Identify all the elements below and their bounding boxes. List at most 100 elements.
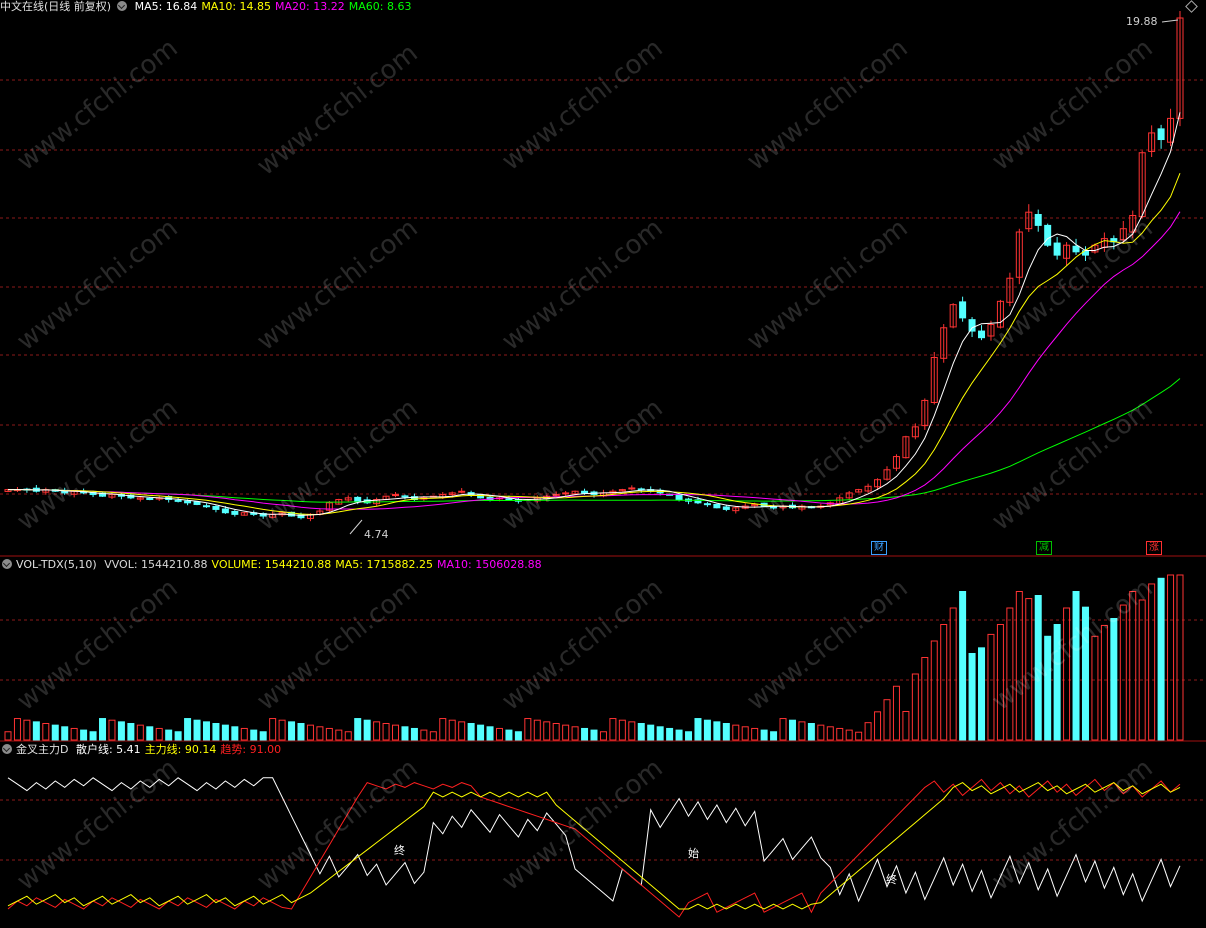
volume-bar — [628, 721, 636, 741]
candle-body — [978, 330, 986, 339]
volume-bar — [316, 726, 324, 741]
candle-body — [562, 492, 570, 495]
volume-bar — [1091, 635, 1099, 741]
candle-body — [392, 494, 400, 497]
volume-bar — [32, 721, 40, 741]
volume-bar — [552, 723, 560, 741]
volume-bar — [760, 729, 768, 741]
volume-bar — [647, 724, 655, 741]
volume-bar — [817, 724, 825, 741]
volume-bar — [1100, 624, 1108, 741]
volume-bar — [42, 723, 50, 741]
badge-reduce-text: 减 — [1039, 542, 1049, 553]
volume-bar — [70, 727, 78, 741]
price-high-pointer — [1161, 19, 1179, 23]
volume-bar — [1167, 574, 1175, 741]
volume-bar — [968, 652, 976, 741]
volume-bar — [599, 731, 607, 741]
volume-bar — [940, 624, 948, 741]
signal-end-1: 终 — [394, 844, 405, 857]
volume-bar — [297, 723, 305, 741]
volume-bar — [741, 726, 749, 741]
volume-bar — [987, 633, 995, 741]
volume-bar — [495, 727, 503, 741]
candle-body — [703, 503, 711, 506]
volume-bar — [590, 729, 598, 741]
volume-bar — [921, 657, 929, 741]
volume-bar — [656, 726, 664, 741]
volume-bar — [335, 729, 343, 741]
candle-body — [231, 511, 239, 515]
volume-bar — [864, 722, 872, 741]
volume-bar — [1072, 591, 1080, 741]
volume-bar — [174, 731, 182, 741]
volume-bar — [184, 718, 192, 741]
volume-bar — [996, 624, 1004, 741]
volume-bar — [571, 726, 579, 741]
badge-finance[interactable]: 财 — [871, 541, 887, 555]
volume-bar — [675, 729, 683, 741]
volume-bar — [89, 731, 97, 741]
volume-bar — [826, 726, 834, 741]
candle-body — [212, 506, 220, 510]
volume-bar — [382, 723, 390, 741]
volume-bar — [788, 719, 796, 741]
volume-bar — [269, 718, 277, 741]
volume-bar — [1053, 624, 1061, 741]
volume-bar — [1034, 595, 1042, 741]
candle-body — [505, 498, 513, 501]
price-high-label: 19.88 — [1126, 15, 1158, 28]
volume-bar — [562, 724, 570, 741]
volume-bar — [713, 721, 721, 741]
signal-end-2: 终 — [886, 873, 897, 886]
volume-bar — [155, 727, 163, 741]
volume-bar — [344, 731, 352, 741]
volume-bar — [618, 719, 626, 741]
volume-bar — [288, 721, 296, 741]
volume-bar — [146, 726, 154, 741]
candle-body — [959, 301, 967, 319]
volume-bar — [410, 727, 418, 741]
retail-line — [7, 777, 1181, 903]
badge-reduce[interactable]: 减 — [1036, 541, 1052, 555]
volume-bar — [666, 727, 674, 741]
volume-bar — [1157, 577, 1165, 741]
volume-bar — [1148, 583, 1156, 741]
volume-bar — [524, 718, 532, 741]
volume-bar — [127, 723, 135, 741]
volume-bar — [458, 721, 466, 741]
volume-bar — [193, 719, 201, 741]
volume-bar — [373, 721, 381, 741]
volume-bar — [420, 729, 428, 741]
candle-body — [1044, 224, 1052, 246]
volume-bar — [278, 719, 286, 741]
candle-body — [184, 500, 192, 504]
volume-bar — [581, 727, 589, 741]
volume-bar — [99, 718, 107, 741]
badge-rise-text: 涨 — [1149, 542, 1159, 553]
volume-bar — [892, 685, 900, 741]
volume-bar — [1119, 604, 1127, 741]
volume-bar — [486, 726, 494, 741]
stock-chart-canvas[interactable] — [0, 0, 1206, 928]
volume-bar — [770, 731, 778, 741]
candle-body — [174, 499, 182, 502]
volume-bar — [165, 729, 173, 741]
candle-body — [770, 506, 778, 509]
volume-bar — [306, 724, 314, 741]
candle-body — [713, 503, 721, 509]
volume-bar — [240, 727, 248, 741]
volume-bar — [751, 727, 759, 741]
candle-body — [1053, 242, 1061, 256]
volume-bar — [703, 719, 711, 741]
volume-bar — [883, 699, 891, 741]
volume-bar — [637, 723, 645, 741]
volume-bar — [902, 710, 910, 741]
volume-bar — [694, 718, 702, 741]
volume-bar — [202, 721, 210, 741]
price-low-label: 4.74 — [364, 528, 389, 541]
volume-bar — [448, 719, 456, 741]
volume-bar — [1044, 635, 1052, 741]
badge-rise[interactable]: 涨 — [1146, 541, 1162, 555]
candle-body — [675, 494, 683, 501]
